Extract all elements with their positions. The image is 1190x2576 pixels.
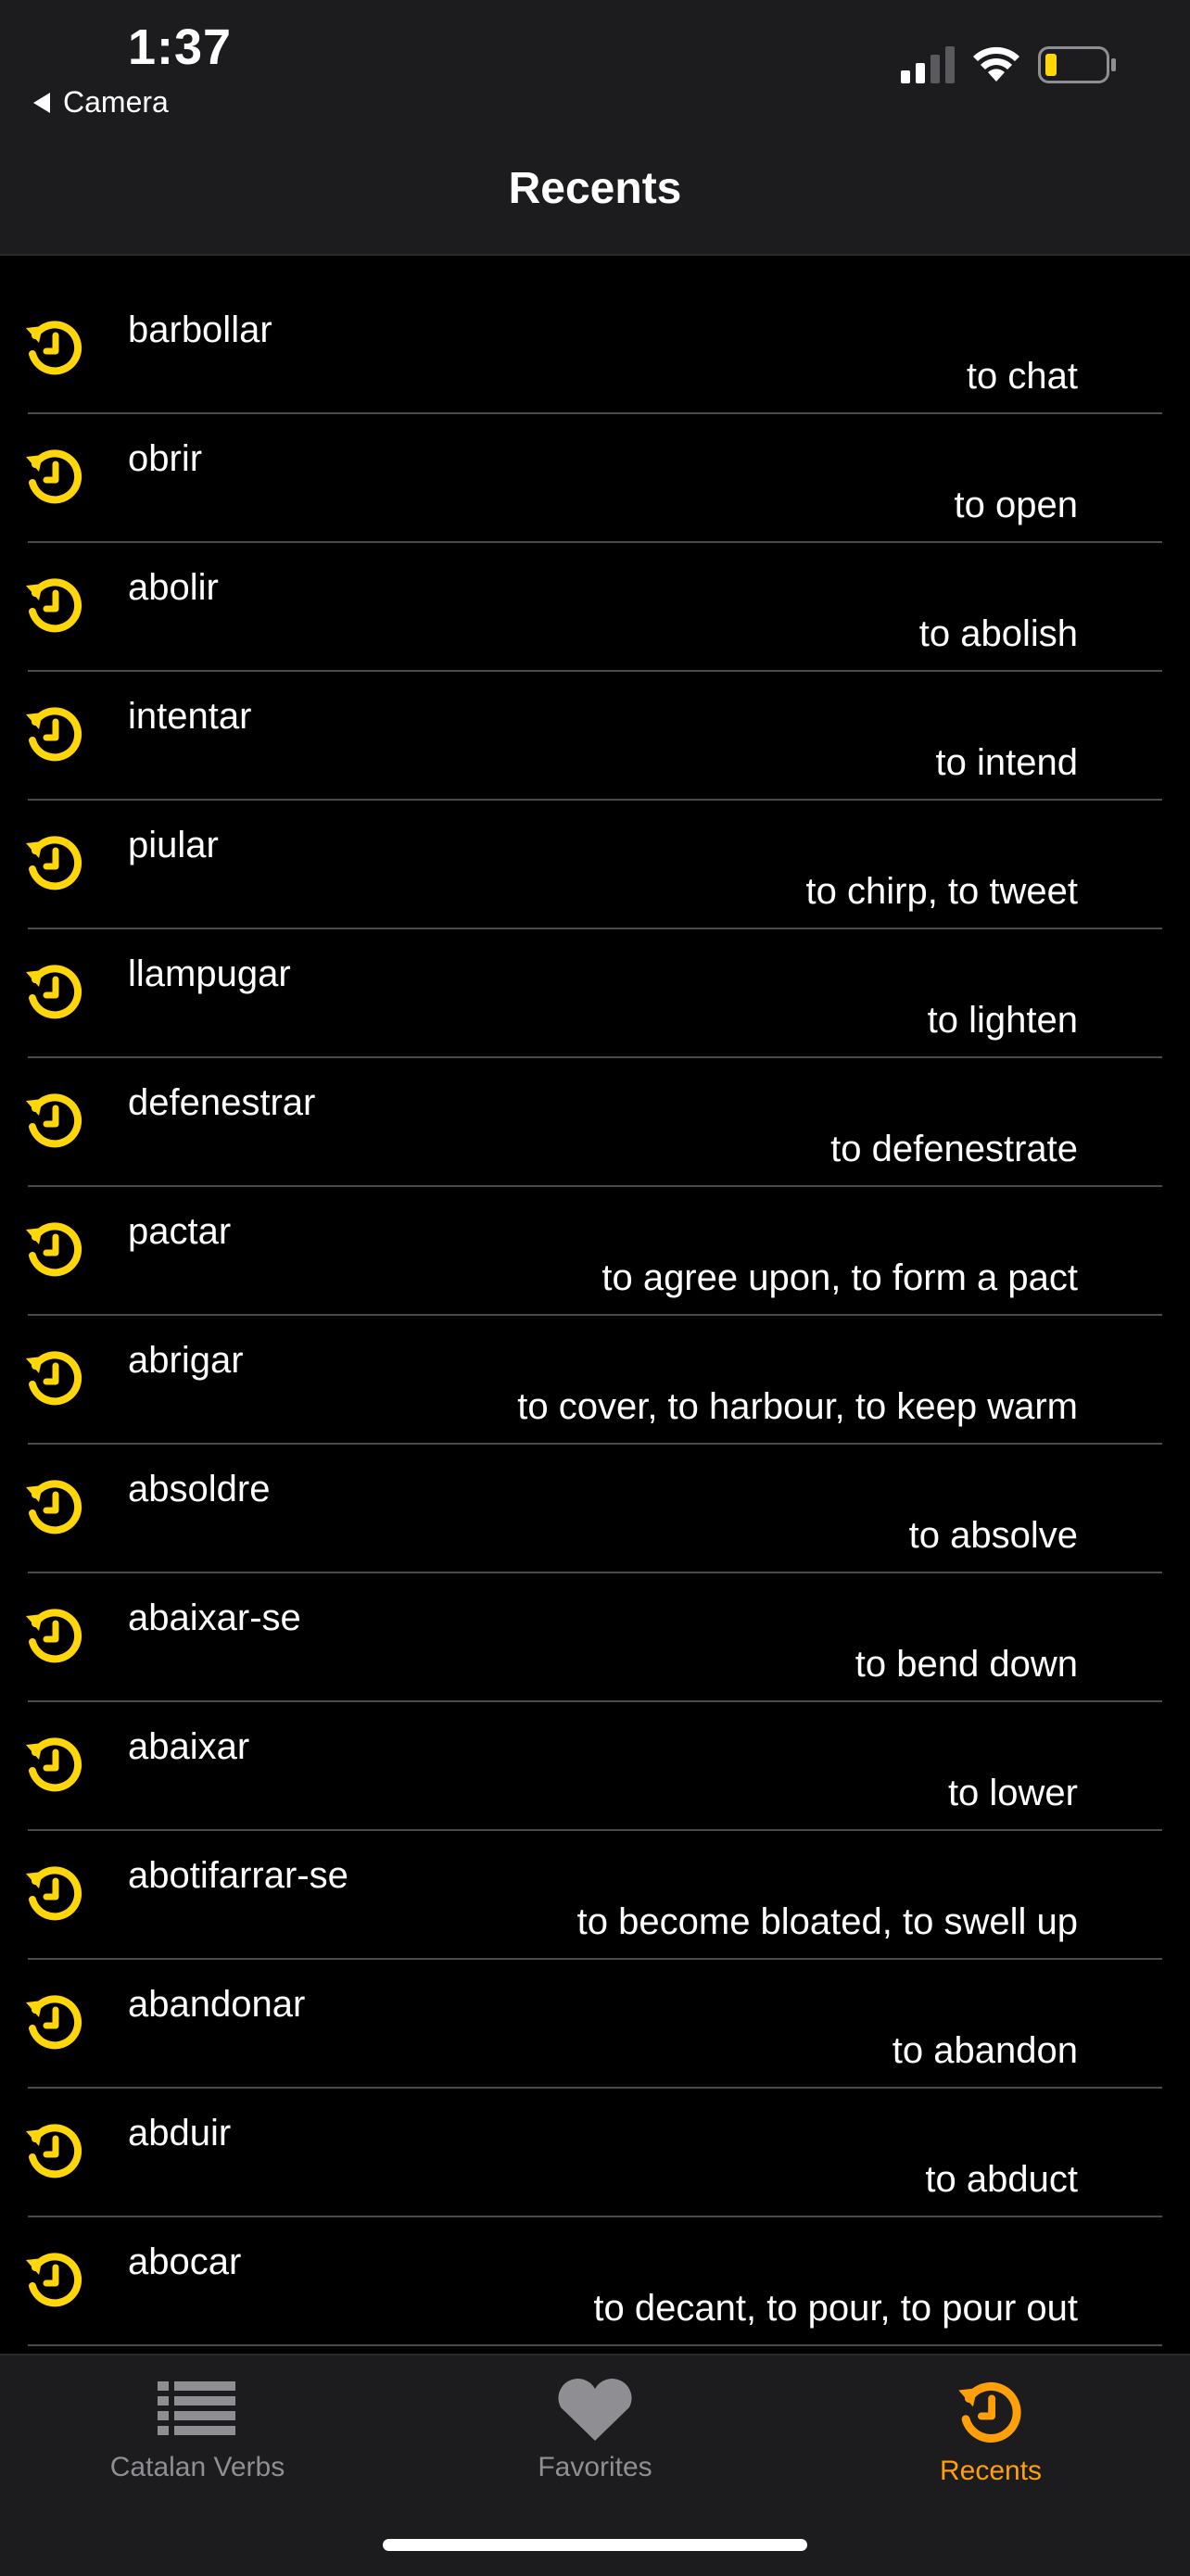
list-item[interactable]: abotifarrar-se to become bloated, to swe…	[0, 1831, 1190, 1960]
history-icon	[26, 1222, 82, 1277]
verb-label: absoldre	[128, 1469, 271, 1509]
translation-label: to cover, to harbour, to keep warm	[517, 1386, 1078, 1427]
translation-label: to open	[954, 485, 1078, 525]
home-indicator	[383, 2539, 807, 2551]
verb-label: pactar	[128, 1211, 232, 1252]
history-icon	[26, 1609, 82, 1663]
history-icon	[26, 1351, 82, 1406]
verb-label: abrigar	[128, 1340, 244, 1381]
history-icon	[26, 2253, 82, 2307]
tab-label: Catalan Verbs	[109, 2452, 285, 2482]
history-icon	[26, 1093, 82, 1148]
list-icon	[158, 2381, 235, 2435]
translation-label: to chirp, to tweet	[805, 871, 1078, 912]
back-triangle-icon	[33, 92, 50, 113]
list-item[interactable]: piular to chirp, to tweet	[0, 801, 1190, 929]
history-icon	[26, 449, 82, 504]
translation-label: to decant, to pour, to pour out	[593, 2288, 1078, 2329]
tab-label: Favorites	[538, 2452, 652, 2482]
list-item[interactable]: abaixar-se to bend down	[0, 1573, 1190, 1702]
back-label: Camera	[63, 85, 169, 119]
list-item[interactable]: defenestrar to defenestrate	[0, 1058, 1190, 1187]
translation-label: to abduct	[925, 2159, 1078, 2200]
header: 1:37 Camera Recents	[0, 0, 1190, 256]
battery-icon	[1038, 46, 1116, 83]
verb-label: piular	[128, 825, 219, 865]
history-icon	[26, 2124, 82, 2178]
history-icon	[26, 965, 82, 1019]
list-item[interactable]: abocar to decant, to pour, to pour out	[0, 2217, 1190, 2346]
verb-label: llampugar	[128, 953, 291, 994]
verb-label: abocar	[128, 2241, 242, 2282]
list-item[interactable]: abaixar to lower	[0, 1702, 1190, 1831]
history-icon	[26, 1480, 82, 1534]
row-divider	[28, 2344, 1162, 2346]
verb-label: intentar	[128, 696, 252, 737]
list-item[interactable]: abolir to abolish	[0, 543, 1190, 672]
translation-label: to intend	[935, 742, 1078, 783]
history-icon	[26, 1995, 82, 2050]
verb-label: abaixar-se	[128, 1597, 301, 1638]
list-item[interactable]: abduir to abduct	[0, 2089, 1190, 2217]
translation-label: to bend down	[855, 1644, 1078, 1685]
heart-icon	[558, 2378, 632, 2441]
translation-label: to defenestrate	[830, 1129, 1078, 1169]
verb-label: barbollar	[128, 309, 272, 350]
translation-label: to abolish	[918, 613, 1078, 654]
status-time: 1:37	[128, 19, 233, 75]
history-icon	[958, 2381, 1021, 2443]
verb-label: abolir	[128, 567, 219, 608]
verb-label: abotifarrar-se	[128, 1855, 348, 1896]
cellular-signal-icon	[901, 46, 955, 83]
history-icon	[26, 707, 82, 762]
list-item[interactable]: barbollar to chat	[0, 285, 1190, 414]
history-icon	[26, 1737, 82, 1792]
verb-label: abaixar	[128, 1726, 250, 1767]
verb-label: defenestrar	[128, 1082, 316, 1123]
translation-label: to chat	[966, 356, 1078, 397]
list-item[interactable]: llampugar to lighten	[0, 929, 1190, 1058]
list-item[interactable]: pactar to agree upon, to form a pact	[0, 1187, 1190, 1316]
translation-label: to lower	[947, 1773, 1078, 1813]
recents-list: barbollar to chat obrir to open abolir t…	[0, 285, 1190, 2346]
tab-favorites[interactable]: Favorites	[456, 2378, 734, 2483]
back-to-camera-link[interactable]: Camera	[33, 85, 169, 120]
verb-label: abduir	[128, 2113, 232, 2153]
history-icon	[26, 578, 82, 633]
translation-label: to agree upon, to form a pact	[601, 1257, 1078, 1298]
list-item[interactable]: absoldre to absolve	[0, 1445, 1190, 1573]
translation-label: to become bloated, to swell up	[576, 1901, 1078, 1942]
tab-recents[interactable]: Recents	[852, 2378, 1130, 2487]
list-item[interactable]: abandonar to abandon	[0, 1960, 1190, 2089]
history-icon	[26, 1866, 82, 1921]
history-icon	[26, 836, 82, 890]
tab-label: Recents	[939, 2456, 1043, 2486]
list-item[interactable]: abrigar to cover, to harbour, to keep wa…	[0, 1316, 1190, 1445]
wifi-icon	[973, 46, 1019, 82]
tab-catalan-verbs[interactable]: Catalan Verbs	[58, 2378, 336, 2483]
history-icon	[26, 321, 82, 375]
verb-label: obrir	[128, 438, 203, 479]
list-item[interactable]: intentar to intend	[0, 672, 1190, 801]
page-title: Recents	[508, 164, 682, 213]
translation-label: to abandon	[892, 2030, 1078, 2071]
list-item[interactable]: obrir to open	[0, 414, 1190, 543]
verb-label: abandonar	[128, 1984, 306, 2025]
translation-label: to absolve	[908, 1515, 1078, 1556]
translation-label: to lighten	[927, 1000, 1078, 1041]
